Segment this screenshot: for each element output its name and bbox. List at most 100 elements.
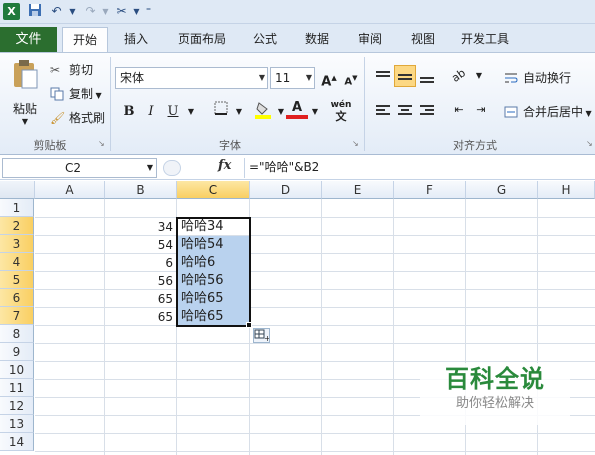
row-header-8[interactable]: 8 — [0, 325, 34, 343]
column-header-a[interactable]: A — [35, 181, 105, 199]
tab-data[interactable]: 数据 — [297, 27, 337, 52]
align-left-button[interactable] — [372, 99, 394, 121]
format-painter-button[interactable]: 🖌 格式刷 — [50, 109, 105, 127]
align-top-button[interactable] — [372, 65, 394, 87]
name-box-value: C2 — [64, 161, 81, 175]
row-header-4[interactable]: 4 — [0, 253, 34, 271]
row-header-12[interactable]: 12 — [0, 397, 34, 415]
row-header-9[interactable]: 9 — [0, 343, 34, 361]
border-dropdown-icon[interactable]: ▼ — [228, 101, 250, 123]
wrap-text-label: 自动换行 — [523, 71, 572, 85]
row-header-3[interactable]: 3 — [0, 235, 34, 253]
column-header-b[interactable]: B — [105, 181, 177, 199]
undo-icon[interactable]: ↶ — [48, 3, 65, 20]
column-header-g[interactable]: G — [466, 181, 538, 199]
increase-indent-button[interactable]: ⇥ — [470, 99, 492, 121]
cut-button[interactable]: ✂ 剪切 — [50, 61, 93, 79]
quick-access-toolbar: X ↶ ▼ ↷ ▼ ✂ ▼ ⁼ — [0, 0, 595, 24]
cut-label: 剪切 — [69, 63, 94, 77]
fill-handle[interactable] — [246, 322, 252, 328]
select-all-corner[interactable] — [0, 181, 35, 199]
row-header-6[interactable]: 6 — [0, 289, 34, 307]
cell-b2[interactable]: 34 — [105, 218, 175, 236]
save-icon[interactable] — [26, 3, 43, 20]
align-bottom-button[interactable] — [416, 65, 438, 87]
formula-bar: C2 ▼ fx ="哈哈"&B2 — [0, 156, 595, 180]
cell-b4[interactable]: 6 — [105, 254, 175, 272]
ribbon: 粘贴 ▼ ✂ 剪切 复制 ▼ 🖌 格式刷 剪贴板 ↘ 宋体 ▼ 11 ▼ A▲ A▼ B… — [0, 52, 595, 155]
customize-toolbar-icon[interactable]: ⁼ — [140, 3, 157, 20]
italic-button[interactable]: I — [140, 101, 162, 123]
row-header-7[interactable]: 7 — [0, 307, 34, 325]
decrease-indent-button[interactable]: ⇤ — [448, 99, 470, 121]
wrap-text-button[interactable]: 自动换行 — [504, 69, 571, 87]
column-header-f[interactable]: F — [394, 181, 466, 199]
column-header-e[interactable]: E — [322, 181, 394, 199]
tab-page-layout[interactable]: 页面布局 — [170, 27, 234, 52]
font-color-dropdown-icon[interactable]: ▼ — [304, 101, 326, 123]
merge-center-button[interactable]: 合并后居中 ▼ — [504, 103, 592, 121]
ribbon-tabs: 文件 开始 插入 页面布局 公式 数据 审阅 视图 开发工具 — [0, 24, 595, 52]
row-header-14[interactable]: 14 — [0, 433, 34, 451]
align-middle-button[interactable] — [394, 65, 416, 87]
cell-b3[interactable]: 54 — [105, 236, 175, 254]
column-header-c[interactable]: C — [177, 181, 250, 199]
selection-border — [176, 217, 251, 327]
copy-button[interactable]: 复制 ▼ — [50, 85, 102, 103]
orientation-button[interactable]: ab — [448, 65, 470, 87]
tab-insert[interactable]: 插入 — [115, 27, 157, 52]
bold-button[interactable]: B — [118, 101, 140, 123]
align-center-button[interactable] — [394, 99, 416, 121]
autofill-options-button[interactable]: + — [253, 328, 271, 343]
cell-b5[interactable]: 56 — [105, 272, 175, 290]
row-header-2[interactable]: 2 — [0, 217, 34, 235]
orientation-dropdown-icon[interactable]: ▼ — [468, 65, 490, 87]
fill-color-icon — [255, 102, 271, 119]
tab-home[interactable]: 开始 — [62, 27, 108, 52]
alignment-group-label: 对齐方式 — [453, 139, 497, 152]
font-launcher-icon[interactable]: ↘ — [352, 139, 359, 148]
row-header-11[interactable]: 11 — [0, 379, 34, 397]
cell-b6[interactable]: 65 — [105, 290, 175, 308]
formula-input[interactable]: ="哈哈"&B2 — [244, 158, 594, 178]
font-group-label: 字体 — [219, 139, 241, 152]
tab-review[interactable]: 审阅 — [350, 27, 390, 52]
align-right-button[interactable] — [416, 99, 438, 121]
row-header-1[interactable]: 1 — [0, 199, 34, 217]
row-header-5[interactable]: 5 — [0, 271, 34, 289]
paste-button[interactable]: 粘贴 ▼ — [8, 59, 42, 131]
tab-formulas[interactable]: 公式 — [247, 27, 283, 52]
font-size-combo[interactable]: 11 ▼ — [270, 67, 315, 89]
alignment-launcher-icon[interactable]: ↘ — [586, 139, 593, 148]
cell-b7[interactable]: 65 — [105, 308, 175, 326]
clipboard-launcher-icon[interactable]: ↘ — [98, 139, 105, 148]
wrap-text-icon — [504, 71, 520, 87]
tab-view[interactable]: 视图 — [403, 27, 443, 52]
underline-dropdown-icon[interactable]: ▼ — [180, 101, 202, 123]
column-header-d[interactable]: D — [250, 181, 322, 199]
redo-dropdown-icon[interactable]: ▼ — [97, 3, 114, 20]
phonetic-button[interactable]: wén 文 — [328, 99, 354, 123]
tab-file[interactable]: 文件 — [0, 27, 57, 52]
format-painter-icon: 🖌 — [50, 110, 66, 125]
watermark: 百科全说 助你轻松解决 — [420, 363, 570, 425]
formula-bar-splitter[interactable] — [163, 160, 181, 176]
insert-function-button[interactable]: fx — [218, 158, 231, 173]
shrink-font-button[interactable]: A▼ — [340, 67, 362, 89]
group-separator — [110, 57, 111, 151]
watermark-subtitle: 助你轻松解决 — [455, 396, 534, 411]
copy-label: 复制 — [69, 87, 94, 101]
grow-font-button[interactable]: A▲ — [318, 67, 340, 89]
name-box[interactable]: C2 ▼ — [2, 158, 157, 178]
name-box-dropdown-icon[interactable]: ▼ — [147, 159, 153, 177]
column-header-h[interactable]: H — [538, 181, 595, 199]
row-header-13[interactable]: 13 — [0, 415, 34, 433]
tab-developer[interactable]: 开发工具 — [455, 27, 515, 52]
paste-label: 粘贴 — [12, 102, 37, 116]
undo-dropdown-icon[interactable]: ▼ — [64, 3, 81, 20]
merge-center-label: 合并后居中 — [523, 105, 584, 119]
svg-text:+: + — [264, 334, 269, 342]
autofill-options-icon: + — [254, 329, 271, 343]
row-header-10[interactable]: 10 — [0, 361, 34, 379]
font-name-combo[interactable]: 宋体 ▼ — [115, 67, 268, 89]
